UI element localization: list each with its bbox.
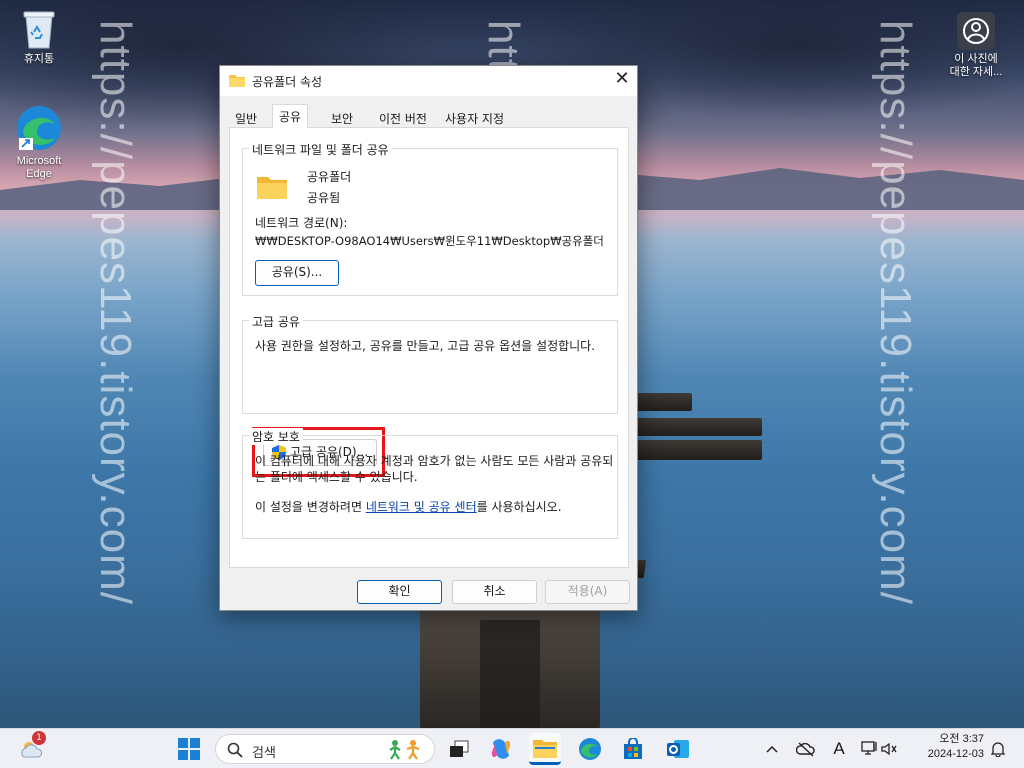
- photo-info-label-line2: 대한 자세...: [949, 66, 1003, 78]
- bell-icon: [991, 742, 1005, 757]
- file-explorer-button[interactable]: [529, 733, 561, 765]
- network-sharing-group: 네트워크 파일 및 폴더 공유 공유폴더 공유됨 네트워크 경로(N): ₩₩D…: [242, 141, 618, 296]
- recycle-bin-icon: [23, 11, 55, 49]
- search-highlight-icon: [389, 740, 420, 760]
- tab-security[interactable]: 보안: [324, 106, 361, 127]
- group-title: 암호 보호: [249, 428, 303, 445]
- recycle-bin-label: 휴지통: [23, 53, 55, 65]
- dialog-title: 공유폴더 속성: [252, 75, 323, 89]
- task-view-icon: [450, 740, 469, 757]
- search-placeholder: 검색: [252, 746, 276, 761]
- ok-button[interactable]: 확인: [357, 580, 442, 604]
- group-title: 고급 공유: [249, 313, 303, 330]
- weather-widget[interactable]: 1: [16, 731, 48, 765]
- search-icon: [227, 742, 243, 758]
- network-path-value: ₩₩DESKTOP-O98AO14₩Users₩윈도우11₩Desktop₩공유…: [255, 234, 604, 248]
- change-setting-prefix: 이 설정을 변경하려면: [255, 500, 366, 514]
- folder-name: 공유폴더: [307, 170, 352, 184]
- onedrive-button[interactable]: [792, 733, 820, 765]
- notifications-button[interactable]: [986, 733, 1010, 765]
- recycle-bin[interactable]: 휴지통: [4, 8, 74, 66]
- system-status-button[interactable]: [856, 733, 902, 765]
- network-path-label: 네트워크 경로(N):: [255, 216, 348, 230]
- shared-folder-icon: [257, 177, 287, 199]
- tab-customize[interactable]: 사용자 지정: [438, 106, 512, 127]
- windows-logo-icon: [178, 738, 200, 760]
- sharing-panel: 네트워크 파일 및 폴더 공유 공유폴더 공유됨 네트워크 경로(N): ₩₩D…: [229, 127, 629, 568]
- close-button[interactable]: ✕: [607, 66, 637, 92]
- edge-taskbar-button[interactable]: [574, 733, 606, 765]
- clock-date: 2024-12-03: [927, 748, 984, 760]
- store-icon: [624, 738, 642, 759]
- tab-sharing[interactable]: 공유: [272, 104, 309, 128]
- taskbar: 1 검색 A 오전 3:37 2024-12-03: [0, 728, 1024, 768]
- share-status: 공유됨: [307, 191, 341, 205]
- watermark-text: https://pepes119.tistory.com/: [871, 20, 920, 605]
- edge-label-line2: Edge: [26, 168, 52, 180]
- password-protection-description: 이 컴퓨터에 대해 사용자 계정과 암호가 없는 사람도 모든 사람과 공유되는…: [255, 454, 614, 484]
- network-sharing-center-link[interactable]: 네트워크 및 공유 센터: [366, 500, 477, 514]
- edge-shortcut[interactable]: Microsoft Edge: [4, 104, 74, 181]
- watermark-text: https://pepes119.tistory.com/: [91, 20, 140, 605]
- edge-label-line1: Microsoft: [16, 155, 62, 167]
- cloud-offline-icon: [796, 742, 815, 757]
- advanced-sharing-group: 고급 공유 사용 권한을 설정하고, 공유를 만들고, 고급 공유 옵션을 설정…: [242, 313, 618, 414]
- tab-general[interactable]: 일반: [228, 106, 265, 127]
- change-setting-text: 이 설정을 변경하려면 네트워크 및 공유 센터를 사용하십시오.: [255, 498, 562, 515]
- task-view-button[interactable]: [443, 733, 475, 765]
- outlook-icon: [667, 740, 689, 758]
- copilot-button[interactable]: [485, 733, 517, 765]
- share-button[interactable]: 공유(S)...: [255, 260, 339, 286]
- folder-icon: [533, 739, 557, 758]
- chevron-up-icon: [766, 745, 778, 753]
- apply-button[interactable]: 적용(A): [545, 580, 630, 604]
- speaker-muted-icon: [881, 742, 897, 756]
- folder-icon: [229, 75, 245, 87]
- dialog-titlebar[interactable]: 공유폴더 속성 ✕: [220, 66, 637, 96]
- tab-previous-versions[interactable]: 이전 버전: [372, 106, 434, 127]
- outlook-button[interactable]: [662, 733, 694, 765]
- properties-dialog: 공유폴더 속성 ✕ 일반 공유 보안 이전 버전 사용자 지정 네트워크 파일 …: [219, 65, 638, 611]
- start-button[interactable]: [173, 733, 205, 765]
- password-protection-group: 암호 보호 이 컴퓨터에 대해 사용자 계정과 암호가 없는 사람도 모든 사람…: [242, 428, 618, 539]
- camera-info-icon: [957, 12, 995, 50]
- cancel-button[interactable]: 취소: [452, 580, 537, 604]
- advanced-sharing-description: 사용 권한을 설정하고, 공유를 만들고, 고급 공유 옵션을 설정합니다.: [255, 339, 596, 353]
- input-indicator[interactable]: A: [826, 733, 852, 765]
- photo-info-shortcut[interactable]: 이 사진에 대한 자세...: [940, 12, 1012, 79]
- notification-badge: 1: [32, 731, 46, 745]
- show-hidden-icons-button[interactable]: [758, 733, 786, 765]
- close-icon: ✕: [614, 68, 630, 89]
- clock-time: 오전 3:37: [939, 733, 984, 745]
- change-setting-suffix: 를 사용하십시오.: [476, 500, 562, 514]
- clock[interactable]: 오전 3:37 2024-12-03: [928, 732, 984, 762]
- search-input[interactable]: 검색: [215, 734, 435, 764]
- edge-icon: [17, 106, 61, 150]
- group-title: 네트워크 파일 및 폴더 공유: [249, 141, 392, 158]
- network-icon: [861, 741, 877, 755]
- store-button[interactable]: [617, 733, 649, 765]
- edge-icon: [579, 738, 601, 760]
- photo-info-label-line1: 이 사진에: [954, 53, 998, 65]
- copilot-icon: [491, 739, 511, 759]
